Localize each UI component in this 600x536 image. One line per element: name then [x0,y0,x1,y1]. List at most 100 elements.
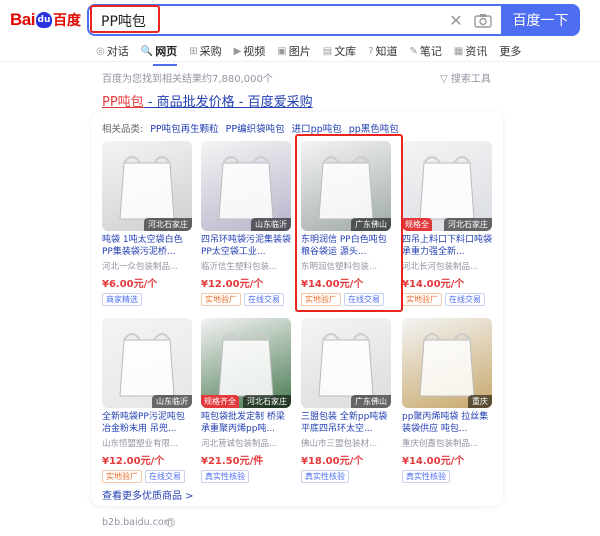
source-url[interactable]: b2b.baidu.com [102,517,173,528]
related-label: 相关品类: [102,124,144,135]
product-price: ¥6.00元/个 [102,279,158,290]
product-item[interactable]: 山东临沂四吊环吨袋污泥集装袋PP太空袋工业... 临沂信生塑料包装... ¥12.0… [201,141,291,306]
product-item[interactable]: 规格全 河北石家庄四吊上料口下料口吨袋 承重力强全新... 河北长河包装制品... ¥… [402,141,492,306]
product-item[interactable]: 广东佛山东明润信 PP白色吨包粮谷袋运 源头... 东明润信塑料包装... ¥14.… [301,141,391,306]
tab-8[interactable]: ▦ 资讯 [454,42,487,60]
product-item[interactable]: 规格齐全 河北石家庄 吨包袋批发定制 桥梁承重聚丙烯pp吨... 河北营诚包装制品..… [201,318,291,483]
related-link[interactable]: 进口pp吨包 [292,121,342,135]
product-badge: 真实性核验 [201,470,249,483]
location-badge: 山东临沂 [251,218,291,231]
location-badge: 广东佛山 [351,218,391,231]
location-badge: 广东佛山 [351,395,391,408]
search-tools[interactable]: ▽ 搜索工具 [440,70,491,85]
product-price: ¥12.00元/个 [201,279,264,290]
paw-icon: du [35,12,52,28]
product-seller: 山东恒盟塑业有限... [102,439,179,449]
tab-label: 文库 [334,45,357,58]
related-link[interactable]: PP编织袋吨包 [226,121,285,135]
tab-label: 对话 [106,45,129,58]
product-title[interactable]: 东明润信 PP白色吨包粮谷袋运 源头... [301,234,391,258]
product-price: ¥18.00元/个 [301,456,364,467]
product-price: ¥12.00元/个 [102,456,165,467]
product-badge: 实地验厂 [402,293,442,306]
search-query[interactable]: PP吨包 [101,11,146,31]
divider [0,61,600,62]
product-title[interactable]: 吨袋 1吨太空袋白色PP集装袋污泥桥... [102,234,192,258]
product-seller: 河北长河包装制品... [402,262,479,272]
search-tabs: ◎ 对话 🔍 网页 ⊞ 采购 ▶ 视频 ▣ 图片 ▤ 文库 ? 知道 ✎ 笔记 ▦ 资讯 更多 [96,42,533,66]
result-title-highlight[interactable]: PP吨包 [102,95,144,110]
search-icon: 🔍 [140,45,154,57]
product-tag: 规格全 [402,218,432,231]
result-count: 百度为您找到相关结果约7,880,000个 [102,74,273,85]
product-title[interactable]: 四吊环吨袋污泥集装袋PP太空袋工业... [201,234,291,258]
info-icon[interactable] [166,518,175,527]
video-icon: ▶ [233,45,242,57]
tab-label: 视频 [243,45,266,58]
doc-icon: ▤ [322,45,333,57]
product-badge: 真实性核验 [301,470,349,483]
product-title[interactable]: pp聚丙烯吨袋 拉丝集装袋供应 吨包... [402,411,492,435]
product-image[interactable]: 重庆 [402,318,492,408]
close-icon[interactable]: ✕ [447,12,465,30]
question-icon: ? [368,45,374,57]
product-image[interactable]: 河北石家庄 [102,141,192,231]
note-icon: ✎ [409,45,418,57]
camera-icon[interactable] [473,12,493,30]
product-badge: 在线交易 [145,470,185,483]
news-icon: ▦ [453,45,464,57]
product-title[interactable]: 吨包袋批发定制 桥梁承重聚丙烯pp吨... [201,411,291,435]
result-title[interactable]: PP吨包 - 商品批发价格 - 百度爱采购 [102,91,313,110]
related-link[interactable]: PP吨包再生颗粒 [150,121,218,135]
tab-1[interactable]: 🔍 网页 [140,42,178,66]
tab-0[interactable]: ◎ 对话 [96,42,129,60]
tab-9[interactable]: 更多 [499,42,521,60]
related-link[interactable]: pp黑色吨包 [349,121,399,135]
product-badge: 在线交易 [344,293,384,306]
tab-3[interactable]: ▶ 视频 [234,42,266,60]
product-item[interactable]: 河北石家庄 吨袋 1吨太空袋白色PP集装袋污泥桥... 河北一众包装制品... ¥6.… [102,141,192,306]
product-image[interactable]: 广东佛山 [301,141,391,231]
image-icon: ▣ [277,45,287,57]
tab-label: 笔记 [419,45,442,58]
product-item[interactable]: 广东佛山 三盟包装 全新pp吨袋平底四吊环太空... 佛山市三盟包装材... ¥18.… [301,318,391,483]
product-item[interactable]: 重庆 pp聚丙烯吨袋 拉丝集装袋供应 吨包... 重庆创嘉包装制品... ¥14.00… [402,318,492,483]
tab-7[interactable]: ✎ 笔记 [410,42,442,60]
product-title[interactable]: 全新吨袋PP污泥吨包冶金粉末用 吊兜... [102,411,192,435]
product-item[interactable]: 山东临沂全新吨袋PP污泥吨包冶金粉末用 吊兜... 山东恒盟塑业有限... ¥12.… [102,318,192,483]
location-badge: 重庆 [468,395,492,408]
product-tag: 规格齐全 [201,395,239,408]
related-categories: 相关品类: PP吨包再生颗粒 PP编织袋吨包 进口pp吨包 pp黑色吨包 [102,121,399,135]
product-seller: 东明润信塑料包装... [301,262,378,272]
product-image[interactable]: 规格全 河北石家庄 [402,141,492,231]
more-products-link[interactable]: 查看更多优质商品 > [102,487,194,502]
product-image[interactable]: 山东临沂 [201,141,291,231]
product-title[interactable]: 三盟包装 全新pp吨袋平底四吊环太空... [301,411,391,435]
location-badge: 河北石家庄 [243,395,291,408]
tab-6[interactable]: ? 知道 [368,42,397,60]
top-bar: Bai du 百度 PP吨包 ✕ 百度一下 [0,0,600,38]
product-price: ¥14.00元/个 [402,279,465,290]
product-seller: 临沂信生塑料包装... [201,262,278,272]
product-price: ¥21.50元/件 [201,456,264,467]
product-image[interactable]: 规格齐全 河北石家庄 [201,318,291,408]
product-price: ¥14.00元/个 [301,279,364,290]
product-badge: 商家精选 [102,293,142,306]
baidu-logo[interactable]: Bai du 百度 [10,9,81,31]
product-title[interactable]: 四吊上料口下料口吨袋 承重力强全新... [402,234,492,258]
tab-4[interactable]: ▣ 图片 [277,42,310,60]
product-price: ¥14.00元/个 [402,456,465,467]
product-badge: 实地验厂 [301,293,341,306]
search-button[interactable]: 百度一下 [501,4,580,36]
tab-5[interactable]: ▤ 文库 [323,42,356,60]
search-input[interactable]: PP吨包 ✕ [87,4,501,36]
tab-label: 图片 [288,45,311,58]
logo-text-cn: 百度 [52,13,81,29]
tab-2[interactable]: ⊞ 采购 [189,42,221,60]
product-badge: 实地验厂 [102,470,142,483]
tab-label: 网页 [155,45,178,58]
product-image[interactable]: 山东临沂 [102,318,192,408]
product-badge: 在线交易 [244,293,284,306]
result-title-rest[interactable]: - 商品批发价格 - 百度爱采购 [144,95,313,110]
product-image[interactable]: 广东佛山 [301,318,391,408]
